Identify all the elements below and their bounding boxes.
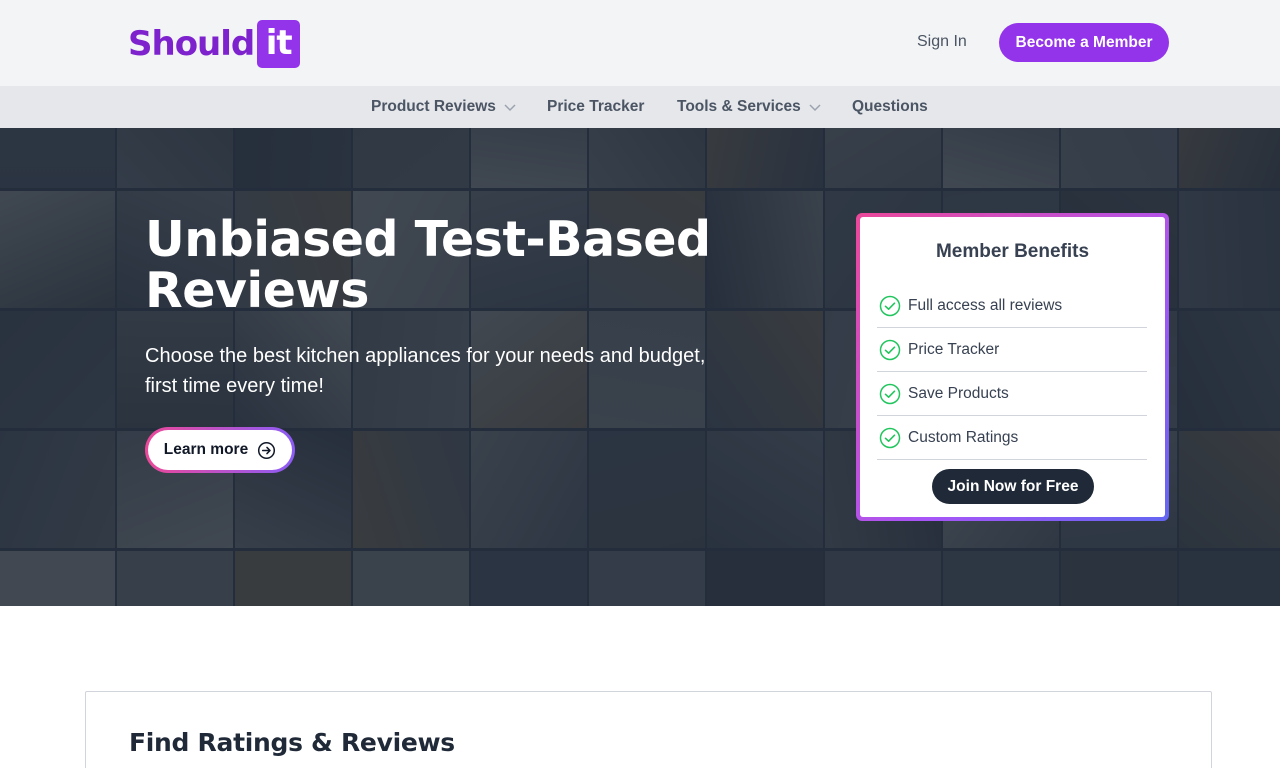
- logo-box: it: [257, 20, 301, 68]
- main-nav: Product Reviews Price Tracker Tools & Se…: [0, 86, 1280, 128]
- benefit-item: Full access all reviews: [877, 284, 1147, 328]
- learn-more-button[interactable]: Learn more: [145, 427, 295, 473]
- arrow-right-circle-icon: [258, 441, 276, 459]
- hero-title: Unbiased Test-Based Reviews: [145, 211, 711, 319]
- join-now-button[interactable]: Join Now for Free: [932, 469, 1094, 504]
- nav-item-product-reviews[interactable]: Product Reviews: [371, 97, 517, 117]
- nav-label: Tools & Services: [677, 98, 801, 115]
- sign-in-link[interactable]: Sign In: [917, 31, 967, 53]
- learn-more-label: Learn more: [163, 441, 249, 458]
- site-header: Should it Sign In Become a Member: [0, 0, 1280, 86]
- chevron-down-icon: [809, 104, 821, 112]
- nav-item-price-tracker[interactable]: Price Tracker: [547, 97, 644, 117]
- benefit-item: Save Products: [877, 372, 1147, 416]
- check-circle-icon: [879, 383, 901, 404]
- benefit-item: Custom Ratings: [877, 416, 1147, 460]
- check-circle-icon: [879, 339, 901, 360]
- nav-label: Questions: [852, 98, 928, 115]
- hero-section: Unbiased Test-Based Reviews Choose the b…: [0, 128, 1280, 606]
- nav-item-questions[interactable]: Questions: [852, 97, 928, 117]
- nav-label: Price Tracker: [547, 98, 645, 115]
- benefit-label: Custom Ratings: [908, 428, 1019, 446]
- logo[interactable]: Should it: [128, 20, 301, 68]
- member-benefits-card: Member Benefits Full access all reviews …: [856, 213, 1169, 521]
- benefit-label: Price Tracker: [908, 340, 1000, 358]
- hero-subtitle: Choose the best kitchen appliances for y…: [145, 345, 706, 397]
- check-circle-icon: [879, 295, 901, 316]
- check-circle-icon: [879, 427, 901, 448]
- benefit-label: Full access all reviews: [908, 296, 1063, 314]
- logo-text: Should: [128, 24, 255, 64]
- nav-item-tools-services[interactable]: Tools & Services: [677, 97, 822, 117]
- member-benefits-card-body: Member Benefits Full access all reviews …: [860, 217, 1165, 517]
- become-member-button[interactable]: Become a Member: [999, 23, 1169, 62]
- learn-more-inner: Learn more: [148, 430, 292, 470]
- member-benefits-title: Member Benefits: [935, 241, 1090, 262]
- benefit-label: Save Products: [908, 384, 1009, 402]
- benefit-item: Price Tracker: [877, 328, 1147, 372]
- chevron-down-icon: [504, 104, 516, 112]
- find-reviews-title: Find Ratings & Reviews: [129, 728, 455, 757]
- nav-label: Product Reviews: [371, 98, 496, 115]
